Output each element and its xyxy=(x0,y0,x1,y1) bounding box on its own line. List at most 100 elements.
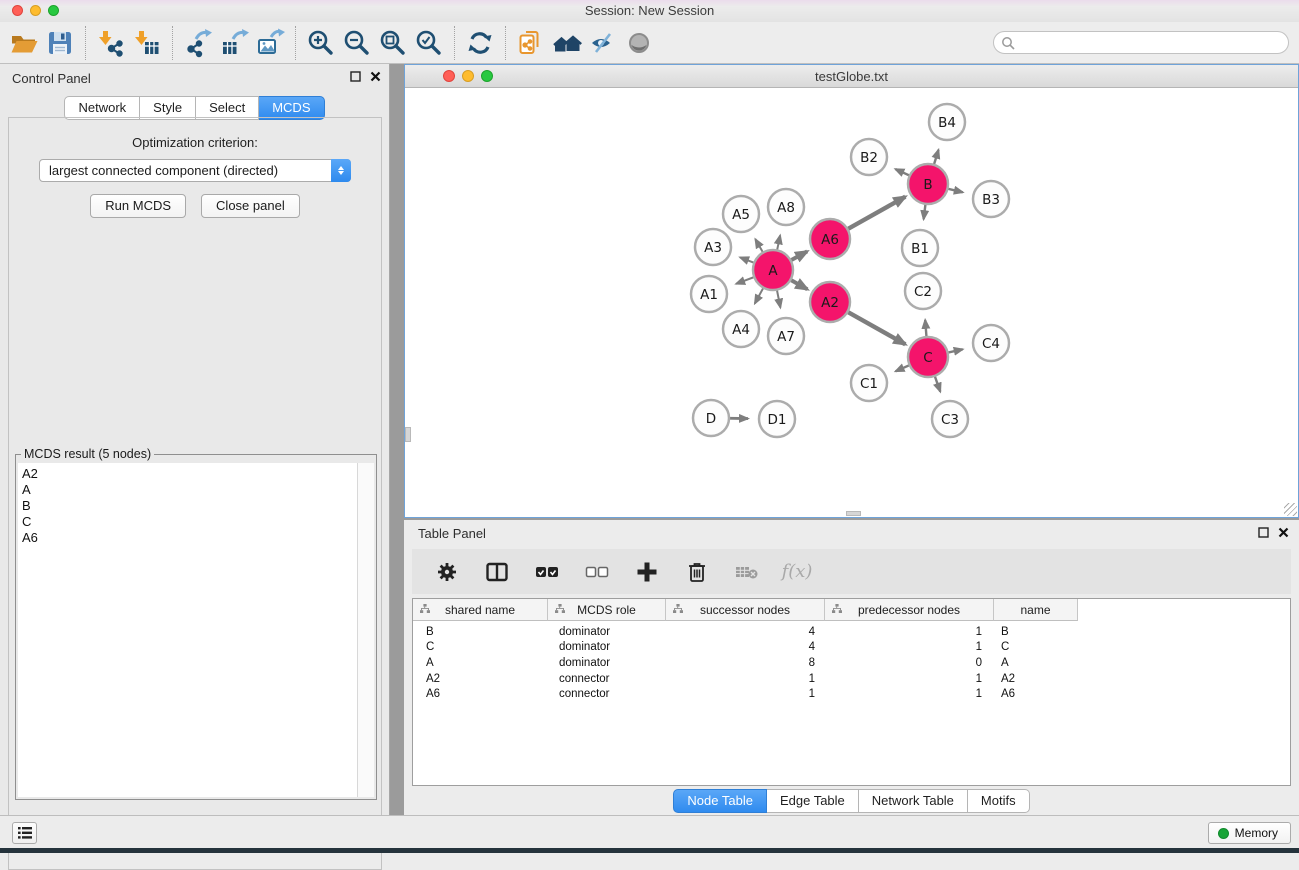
node-B3[interactable]: B3 xyxy=(973,181,1009,217)
import-network-icon xyxy=(96,28,126,58)
save-session-button[interactable] xyxy=(42,25,78,61)
close-panel-button[interactable]: Close panel xyxy=(201,194,300,218)
node-A4[interactable]: A4 xyxy=(723,311,759,347)
run-mcds-button[interactable]: Run MCDS xyxy=(90,194,186,218)
delete-table-button[interactable] xyxy=(729,554,765,590)
cybrowser-home-button[interactable] xyxy=(549,25,585,61)
column-header-name[interactable]: name xyxy=(994,599,1078,621)
node-B[interactable]: B xyxy=(908,164,948,204)
node-table[interactable]: shared nameMCDS rolesuccessor nodesprede… xyxy=(412,598,1291,786)
new-network-from-selection-button[interactable] xyxy=(513,25,549,61)
node-B4[interactable]: B4 xyxy=(929,104,965,140)
search-input[interactable] xyxy=(1019,36,1288,50)
table-settings-button[interactable] xyxy=(429,554,465,590)
vertical-scroll-nub[interactable] xyxy=(405,427,411,442)
zoom-out-button[interactable] xyxy=(339,25,375,61)
zoom-selected-button[interactable] xyxy=(411,25,447,61)
search-field[interactable] xyxy=(993,31,1289,54)
result-item[interactable]: A6 xyxy=(22,530,357,546)
function-builder-button[interactable]: f(x) xyxy=(779,554,815,590)
table-tabs: Node TableEdge TableNetwork TableMotifs xyxy=(404,789,1299,813)
close-panel-icon[interactable] xyxy=(370,71,381,82)
zoom-in-button[interactable] xyxy=(303,25,339,61)
horizontal-scroll-nub[interactable] xyxy=(846,511,861,516)
node-A7[interactable]: A7 xyxy=(768,318,804,354)
result-scrollbar[interactable] xyxy=(357,463,374,797)
delete-columns-button[interactable] xyxy=(679,554,715,590)
tab-network-table[interactable]: Network Table xyxy=(859,789,968,813)
deselect-all-columns-button[interactable] xyxy=(579,554,615,590)
memory-status-icon xyxy=(1218,828,1229,839)
trash-icon xyxy=(685,560,709,584)
node-A[interactable]: A xyxy=(753,250,793,290)
result-item[interactable]: A xyxy=(22,482,357,498)
node-A2[interactable]: A2 xyxy=(810,282,850,322)
import-table-button[interactable] xyxy=(129,25,165,61)
node-C3[interactable]: C3 xyxy=(932,401,968,437)
export-image-button[interactable] xyxy=(252,25,288,61)
node-A6[interactable]: A6 xyxy=(810,219,850,259)
node-label: B1 xyxy=(911,241,929,257)
control-panel: Control Panel NetworkStyleSelectMCDS Opt… xyxy=(0,64,390,815)
network-graph[interactable]: A A1 A3A5 A8 A4A7 A6 A2 B B2 B4 B3 B1 C2 C C4 C1 C3 D D1 xyxy=(405,89,1298,518)
zoom-fit-button[interactable] xyxy=(375,25,411,61)
tab-motifs[interactable]: Motifs xyxy=(968,789,1030,813)
add-column-button[interactable] xyxy=(629,554,665,590)
node-C2[interactable]: C2 xyxy=(905,273,941,309)
node-A5[interactable]: A5 xyxy=(723,196,759,232)
node-A8[interactable]: A8 xyxy=(768,189,804,225)
export-table-button[interactable] xyxy=(216,25,252,61)
float-panel-icon[interactable] xyxy=(350,71,361,82)
show-all-button[interactable] xyxy=(621,25,657,61)
select-all-columns-button[interactable] xyxy=(529,554,565,590)
unchecked-boxes-icon xyxy=(584,560,610,584)
eye-icon xyxy=(624,28,654,58)
export-network-button[interactable] xyxy=(180,25,216,61)
table-row[interactable]: Cdominator41C xyxy=(413,640,1290,656)
tab-node-table[interactable]: Node Table xyxy=(673,789,767,813)
zoom-selected-icon xyxy=(414,28,444,58)
main-toolbar xyxy=(0,22,1299,64)
result-item[interactable]: C xyxy=(22,514,357,530)
split-panel-button[interactable] xyxy=(479,554,515,590)
column-header-successor-nodes[interactable]: successor nodes xyxy=(666,599,825,621)
table-cell: A2 xyxy=(994,673,1078,685)
float-table-panel-icon[interactable] xyxy=(1258,527,1269,538)
node-label: C2 xyxy=(914,284,932,300)
column-header-MCDS-role[interactable]: MCDS role xyxy=(548,599,666,621)
table-row[interactable]: Adominator80A xyxy=(413,655,1290,671)
delete-table-icon xyxy=(734,561,760,583)
open-file-button[interactable] xyxy=(6,25,42,61)
node-D1[interactable]: D1 xyxy=(759,401,795,437)
close-table-panel-icon[interactable] xyxy=(1278,527,1289,538)
column-header-predecessor-nodes[interactable]: predecessor nodes xyxy=(825,599,994,621)
apply-layout-button[interactable] xyxy=(462,25,498,61)
node-A3[interactable]: A3 xyxy=(695,229,731,265)
import-network-button[interactable] xyxy=(93,25,129,61)
network-window-titlebar[interactable]: testGlobe.txt xyxy=(405,65,1298,88)
column-header-shared-name[interactable]: shared name xyxy=(413,599,548,621)
node-B1[interactable]: B1 xyxy=(902,230,938,266)
node-D[interactable]: D xyxy=(693,400,729,436)
node-C[interactable]: C xyxy=(908,337,948,377)
resize-grip[interactable] xyxy=(1284,503,1297,516)
network-view-window: testGlobe.txt A A1 A3A5 A8 A4A7 A6 A2 B B2 B4 B3 B1… xyxy=(404,64,1299,518)
tab-edge-table[interactable]: Edge Table xyxy=(767,789,859,813)
node-label: A5 xyxy=(732,207,750,223)
toolbar-separator xyxy=(505,26,506,60)
hide-selected-button[interactable] xyxy=(585,25,621,61)
node-C4[interactable]: C4 xyxy=(973,325,1009,361)
network-canvas[interactable]: A A1 A3A5 A8 A4A7 A6 A2 B B2 B4 B3 B1 C2 C C4 C1 C3 D D1 xyxy=(405,89,1298,517)
table-row[interactable]: Bdominator41B xyxy=(413,624,1290,640)
criterion-select[interactable]: largest connected component (directed) xyxy=(39,159,351,182)
copy-network-icon xyxy=(516,28,546,58)
table-row[interactable]: A2connector11A2 xyxy=(413,671,1290,687)
node-A1[interactable]: A1 xyxy=(691,276,727,312)
table-row[interactable]: A6connector11A6 xyxy=(413,686,1290,702)
result-item[interactable]: A2 xyxy=(22,466,357,482)
node-C1[interactable]: C1 xyxy=(851,365,887,401)
memory-button[interactable]: Memory xyxy=(1208,822,1291,844)
node-B2[interactable]: B2 xyxy=(851,139,887,175)
show-panel-list-button[interactable] xyxy=(12,822,37,844)
result-item[interactable]: B xyxy=(22,498,357,514)
